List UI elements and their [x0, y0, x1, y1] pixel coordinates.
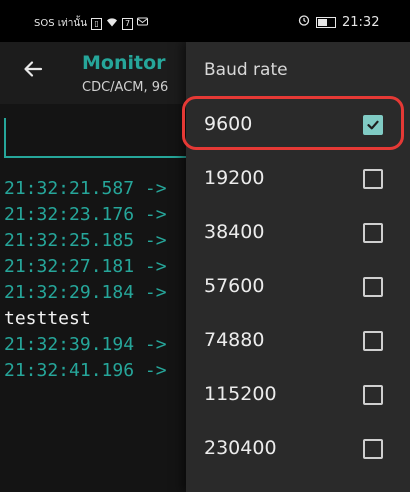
- checkbox-icon[interactable]: [363, 169, 383, 189]
- baud-rate-menu: Baud rate 9600 19200 38400 57600 74880 115200…: [186, 42, 410, 492]
- page-title: Monitor: [82, 52, 166, 74]
- baud-option-label: 74880: [204, 329, 265, 351]
- alarm-icon: [298, 14, 310, 30]
- messenger-icon: [137, 17, 149, 30]
- baud-option-9600[interactable]: 9600: [186, 98, 410, 152]
- baud-option-19200[interactable]: 19200: [186, 152, 410, 206]
- baud-option-38400[interactable]: 38400: [186, 206, 410, 260]
- back-arrow-icon[interactable]: [22, 58, 44, 80]
- baud-option-115200[interactable]: 115200: [186, 368, 410, 422]
- baud-option-230400[interactable]: 230400: [186, 422, 410, 476]
- clock: 21:32: [342, 14, 380, 30]
- status-right: 21:32: [298, 14, 379, 30]
- baud-option-label: 19200: [204, 167, 265, 189]
- checkbox-checked-icon[interactable]: [363, 115, 383, 135]
- notification-icon: 7: [122, 17, 134, 30]
- baud-option-label: 9600: [204, 113, 253, 135]
- baud-option-57600[interactable]: 57600: [186, 260, 410, 314]
- status-bar: SOS เท่านั้น ▯ 7 21:32: [0, 0, 410, 42]
- menu-title: Baud rate: [204, 60, 288, 80]
- checkbox-icon[interactable]: [363, 385, 383, 405]
- checkbox-icon[interactable]: [363, 223, 383, 243]
- carrier-text: SOS เท่านั้น: [34, 18, 88, 29]
- baud-option-label: 38400: [204, 221, 265, 243]
- battery-icon: [316, 16, 336, 28]
- checkbox-icon[interactable]: [363, 439, 383, 459]
- checkbox-icon[interactable]: [363, 277, 383, 297]
- connection-subtitle: CDC/ACM, 96: [82, 80, 169, 95]
- baud-option-label: 115200: [204, 383, 277, 405]
- baud-option-label: 57600: [204, 275, 265, 297]
- wifi-icon: [106, 17, 118, 30]
- checkbox-icon[interactable]: [363, 331, 383, 351]
- baud-option-label: 230400: [204, 437, 277, 459]
- battery-fill: [318, 18, 327, 26]
- sim-icon: ▯: [91, 17, 103, 30]
- status-left: SOS เท่านั้น ▯ 7: [34, 16, 149, 31]
- baud-option-74880[interactable]: 74880: [186, 314, 410, 368]
